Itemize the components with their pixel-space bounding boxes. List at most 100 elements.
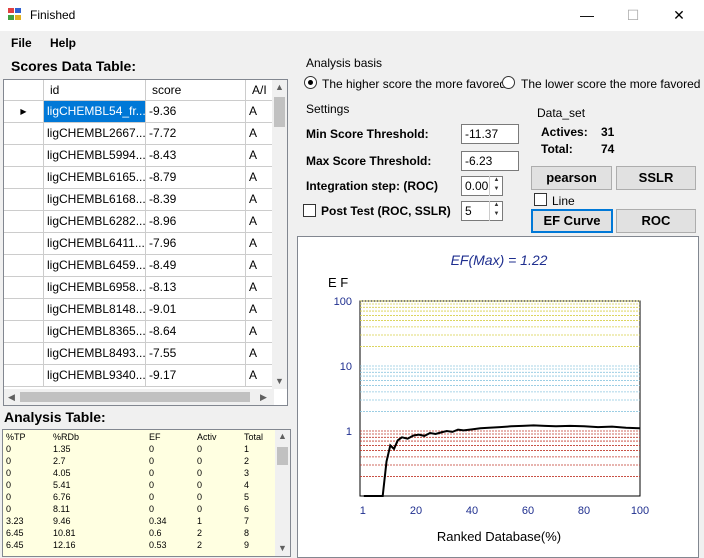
cell-ai[interactable]: A [246, 299, 274, 320]
table-row[interactable]: ligCHEMBL8148... -9.01 A [4, 299, 274, 321]
cell-score[interactable]: -8.49 [146, 255, 246, 276]
cell-ai[interactable]: A [246, 211, 274, 232]
spin-up-icon[interactable]: ▲ [494, 202, 500, 208]
scores-data-grid[interactable]: id score A/I ▶ ligCHEMBL54_fr... -9.36 Alig… [3, 79, 288, 406]
cell-score[interactable]: -8.39 [146, 189, 246, 210]
row-header[interactable] [4, 123, 44, 144]
row-header[interactable] [4, 233, 44, 254]
cell-id[interactable]: ligCHEMBL6411... [44, 233, 146, 254]
row-header[interactable]: ▶ [4, 101, 44, 122]
row-header[interactable] [4, 365, 44, 386]
cell-ai[interactable]: A [246, 343, 274, 364]
cell-score[interactable]: -7.96 [146, 233, 246, 254]
radio-higher-favored[interactable] [304, 76, 317, 89]
row-header[interactable] [4, 321, 44, 342]
cell-id[interactable]: ligCHEMBL9340... [44, 365, 146, 386]
cell-ai[interactable]: A [246, 167, 274, 188]
post-test-label[interactable]: Post Test (ROC, SSLR) [321, 204, 451, 218]
row-header[interactable] [4, 167, 44, 188]
cell-score[interactable]: -8.13 [146, 277, 246, 298]
close-button[interactable]: ✕ [656, 0, 702, 31]
cell-ai[interactable]: A [246, 255, 274, 276]
analysis-scroll-thumb[interactable] [277, 447, 288, 465]
cell-ai[interactable]: A [246, 145, 274, 166]
cell-id[interactable]: ligCHEMBL6168... [44, 189, 146, 210]
maximize-button[interactable]: ☐ [610, 0, 656, 31]
scroll-left-icon[interactable]: ◀ [8, 392, 15, 403]
cell-id[interactable]: ligCHEMBL8148... [44, 299, 146, 320]
table-row[interactable]: ligCHEMBL9340... -9.17 A [4, 365, 274, 387]
table-row[interactable]: ligCHEMBL6282... -8.96 A [4, 211, 274, 233]
grid-vertical-scroll-thumb[interactable] [274, 97, 285, 127]
column-header-id[interactable]: id [44, 80, 146, 101]
cell-ai[interactable]: A [246, 321, 274, 342]
roc-button[interactable]: ROC [616, 209, 696, 233]
spin-up-icon[interactable]: ▲ [494, 177, 500, 183]
sslr-button[interactable]: SSLR [616, 166, 696, 190]
cell-id[interactable]: ligCHEMBL6459... [44, 255, 146, 276]
table-row[interactable]: ligCHEMBL6459... -8.49 A [4, 255, 274, 277]
cell-ai[interactable]: A [246, 123, 274, 144]
cell-score[interactable]: -8.79 [146, 167, 246, 188]
table-row[interactable]: ▶ ligCHEMBL54_fr... -9.36 A [4, 101, 274, 123]
analysis-vertical-scrollbar[interactable]: ▲ ▼ [275, 430, 290, 556]
cell-score[interactable]: -9.36 [146, 101, 246, 122]
max-score-input[interactable]: -6.23 [461, 151, 519, 171]
ef-curve-button[interactable]: EF Curve [531, 209, 613, 233]
cell-ai[interactable]: A [246, 189, 274, 210]
cell-score[interactable]: -9.17 [146, 365, 246, 386]
radio-lower-favored[interactable] [502, 76, 515, 89]
table-row[interactable]: ligCHEMBL5994... -8.43 A [4, 145, 274, 167]
cell-id[interactable]: ligCHEMBL5994... [44, 145, 146, 166]
column-header-ai[interactable]: A/I [246, 80, 274, 101]
cell-score[interactable]: -7.72 [146, 123, 246, 144]
row-header[interactable] [4, 299, 44, 320]
table-row[interactable]: ligCHEMBL6411... -7.96 A [4, 233, 274, 255]
cell-score[interactable]: -8.64 [146, 321, 246, 342]
cell-id[interactable]: ligCHEMBL6282... [44, 211, 146, 232]
integration-step-spinner[interactable]: ▲ ▼ [489, 176, 503, 196]
cell-ai[interactable]: A [246, 277, 274, 298]
table-row[interactable]: ligCHEMBL6168... -8.39 A [4, 189, 274, 211]
grid-horizontal-scroll-thumb[interactable] [20, 392, 250, 402]
line-checkbox[interactable] [534, 193, 547, 206]
cell-ai[interactable]: A [246, 101, 274, 122]
scroll-right-icon[interactable]: ▶ [260, 392, 267, 403]
cell-score[interactable]: -8.43 [146, 145, 246, 166]
analysis-scroll-up-icon[interactable]: ▲ [278, 431, 287, 441]
row-header[interactable] [4, 255, 44, 276]
cell-id[interactable]: ligCHEMBL6165... [44, 167, 146, 188]
spin-down-icon[interactable]: ▼ [494, 211, 500, 217]
pearson-button[interactable]: pearson [531, 166, 612, 190]
grid-horizontal-scrollbar[interactable]: ◀ ▶ [4, 389, 274, 405]
post-test-checkbox[interactable] [303, 204, 316, 217]
cell-id[interactable]: ligCHEMBL2667... [44, 123, 146, 144]
post-test-spinner[interactable]: ▲ ▼ [489, 201, 503, 221]
table-row[interactable]: ligCHEMBL6958... -8.13 A [4, 277, 274, 299]
cell-score[interactable]: -7.55 [146, 343, 246, 364]
column-header-score[interactable]: score [146, 80, 246, 101]
radio-lower-favored-label[interactable]: The lower score the more favored [521, 77, 700, 91]
menu-help[interactable]: Help [50, 36, 76, 50]
line-checkbox-label[interactable]: Line [552, 194, 575, 208]
row-header[interactable] [4, 189, 44, 210]
min-score-input[interactable]: -11.37 [461, 124, 519, 144]
grid-vertical-scrollbar[interactable]: ▲ ▼ [272, 80, 287, 389]
cell-id[interactable]: ligCHEMBL8493... [44, 343, 146, 364]
cell-id[interactable]: ligCHEMBL8365... [44, 321, 146, 342]
cell-id[interactable]: ligCHEMBL6958... [44, 277, 146, 298]
menu-file[interactable]: File [11, 36, 32, 50]
cell-ai[interactable]: A [246, 365, 274, 386]
row-header[interactable] [4, 343, 44, 364]
analysis-scroll-down-icon[interactable]: ▼ [278, 543, 287, 553]
row-header[interactable] [4, 277, 44, 298]
radio-higher-favored-label[interactable]: The higher score the more favored [322, 77, 506, 91]
cell-score[interactable]: -8.96 [146, 211, 246, 232]
table-row[interactable]: ligCHEMBL8365... -8.64 A [4, 321, 274, 343]
cell-ai[interactable]: A [246, 233, 274, 254]
row-header[interactable] [4, 211, 44, 232]
scroll-down-icon[interactable]: ▼ [275, 376, 284, 386]
table-row[interactable]: ligCHEMBL8493... -7.55 A [4, 343, 274, 365]
minimize-button[interactable]: — [564, 0, 610, 31]
cell-id[interactable]: ligCHEMBL54_fr... [44, 101, 146, 122]
